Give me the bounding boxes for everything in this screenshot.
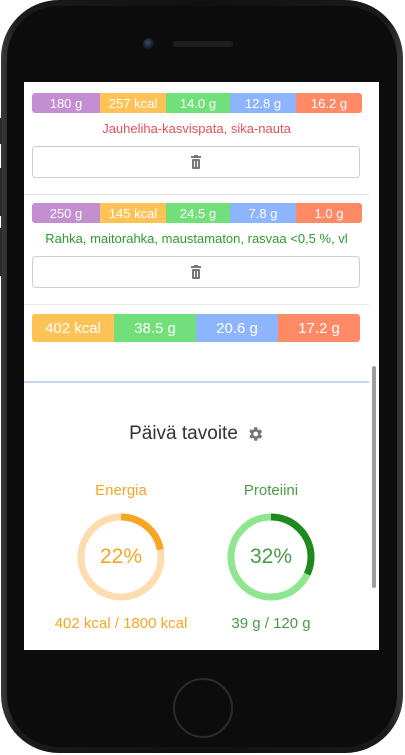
carbs-value: 24.5 g — [166, 203, 230, 223]
earpiece-speaker — [173, 41, 233, 47]
mute-switch — [0, 118, 2, 144]
energy-label: Energia — [95, 482, 147, 499]
home-button[interactable] — [173, 678, 233, 738]
protein-goal: Proteiini 32% 39 g / 120 g — [196, 482, 346, 632]
volume-up-button — [0, 168, 2, 216]
scrollbar[interactable] — [372, 366, 376, 588]
gear-icon[interactable] — [246, 425, 264, 443]
entry-macros: 250 g 145 kcal 24.5 g 7.8 g 1.0 g — [32, 203, 362, 223]
goal-title: Päivä tavoite — [129, 423, 238, 444]
delete-entry-button[interactable] — [32, 256, 360, 288]
energy-percent: 22% — [99, 545, 143, 568]
protein-value: 7.8 g — [230, 203, 296, 223]
total-kcal: 402 kcal — [32, 314, 114, 342]
divider — [24, 194, 369, 195]
trash-icon — [191, 155, 201, 169]
total-fat: 17.2 g — [278, 314, 360, 342]
protein-progress-ring: 32% — [225, 511, 317, 603]
app-screen: 180 g 257 kcal 14.0 g 12.8 g 16.2 g Jauh… — [24, 82, 379, 650]
protein-detail: 39 g / 120 g — [231, 615, 311, 632]
energy-goal: Energia 22% 402 kcal / 1800 kcal — [46, 482, 196, 632]
energy-progress-ring: 22% — [75, 511, 167, 603]
carbs-value: 14.0 g — [166, 93, 230, 113]
volume-down-button — [0, 228, 2, 276]
trash-icon — [191, 265, 201, 279]
total-protein: 20.6 g — [196, 314, 278, 342]
protein-percent: 32% — [249, 545, 293, 568]
food-name: Rahka, maitorahka, maustamaton, rasvaa <… — [45, 231, 348, 246]
divider — [24, 304, 369, 305]
daily-totals: 402 kcal 38.5 g 20.6 g 17.2 g — [32, 314, 360, 342]
protein-label: Proteiini — [243, 482, 299, 499]
daily-goal-header: Päivä tavoite — [24, 423, 369, 445]
kcal-value: 145 kcal — [100, 203, 166, 223]
protein-value: 12.8 g — [230, 93, 296, 113]
delete-entry-button[interactable] — [32, 146, 360, 178]
section-divider — [24, 381, 369, 383]
energy-detail: 402 kcal / 1800 kcal — [54, 615, 188, 632]
entry-macros: 180 g 257 kcal 14.0 g 12.8 g 16.2 g — [32, 93, 362, 113]
weight-value: 180 g — [32, 93, 100, 113]
total-carbs: 38.5 g — [114, 314, 196, 342]
fat-value: 16.2 g — [296, 93, 362, 113]
food-name: Jauheliha-kasvispata, sika-nauta — [102, 121, 291, 136]
kcal-value: 257 kcal — [100, 93, 166, 113]
front-camera — [143, 38, 155, 50]
weight-value: 250 g — [32, 203, 100, 223]
fat-value: 1.0 g — [296, 203, 362, 223]
